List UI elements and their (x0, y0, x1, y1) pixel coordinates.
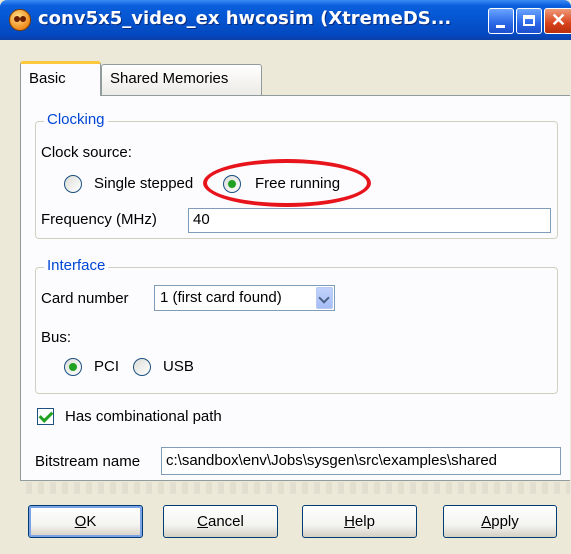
usb-label[interactable]: USB (163, 358, 194, 375)
pci-radio[interactable] (64, 358, 82, 376)
free-running-label[interactable]: Free running (255, 175, 340, 192)
clocking-legend: Clocking (44, 111, 108, 128)
tab-shared-memories[interactable]: Shared Memories (101, 64, 262, 95)
tab-panel-basic: Clocking Clock source: Single stepped Fr… (20, 95, 570, 481)
clock-source-label: Clock source: (41, 144, 132, 161)
divider (20, 482, 570, 494)
single-stepped-label[interactable]: Single stepped (94, 175, 193, 192)
bitstream-name-label: Bitstream name (35, 453, 141, 470)
bitstream-name-input[interactable]: c:\sandbox\env\Jobs\sysgen\src\examples\… (161, 447, 561, 475)
interface-legend: Interface (44, 257, 109, 274)
ok-button[interactable]: OK (28, 505, 143, 538)
maximize-icon[interactable] (516, 8, 542, 34)
chevron-down-icon[interactable] (316, 287, 333, 309)
single-stepped-radio[interactable] (64, 175, 82, 193)
free-running-radio[interactable] (223, 175, 241, 193)
help-mnemonic: H (344, 513, 355, 530)
apply-button[interactable]: Apply (443, 505, 557, 538)
app-face-icon[interactable] (9, 9, 31, 31)
cancel-button[interactable]: Cancel (163, 505, 278, 538)
apply-mnemonic: A (481, 513, 492, 530)
help-button[interactable]: Help (302, 505, 417, 538)
frequency-label: Frequency (MHz) (41, 211, 157, 228)
has-combinational-path-label[interactable]: Has combinational path (65, 408, 222, 425)
usb-radio[interactable] (133, 358, 151, 376)
title-bar[interactable]: conv5x5_video_ex hwcosim (XtremeDS... (0, 0, 571, 40)
close-icon[interactable] (544, 8, 571, 34)
ok-mnemonic: O (74, 513, 87, 530)
cancel-label-rest: ancel (207, 513, 244, 530)
pci-label[interactable]: PCI (94, 358, 119, 375)
frequency-input[interactable]: 40 (188, 208, 551, 233)
card-number-value: 1 (first card found) (160, 289, 282, 306)
help-label-rest: elp (354, 513, 375, 530)
cancel-mnemonic: C (197, 513, 208, 530)
card-number-label: Card number (41, 290, 129, 307)
apply-label-rest: pply (491, 513, 519, 530)
tab-basic[interactable]: Basic (20, 61, 101, 96)
has-combinational-path-checkbox[interactable] (37, 408, 54, 425)
bus-label: Bus: (41, 329, 72, 346)
window-title: conv5x5_video_ex hwcosim (XtremeDS... (38, 8, 452, 29)
card-number-select[interactable]: 1 (first card found) (154, 285, 335, 311)
minimize-icon[interactable] (488, 8, 514, 34)
ok-label-rest: K (86, 513, 97, 530)
